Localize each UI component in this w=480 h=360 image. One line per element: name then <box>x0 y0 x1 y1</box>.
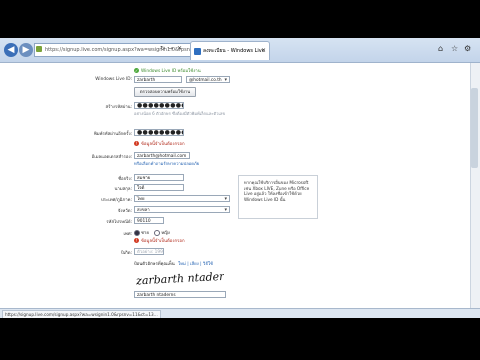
back-button[interactable]: ◀ <box>4 43 18 57</box>
gender-error: ! ข้อมูลนี้จำเป็นต้องกรอก <box>134 237 185 244</box>
error-icon: ! <box>134 238 139 243</box>
home-icon[interactable]: ⌂ <box>438 44 443 53</box>
tab-signup[interactable]: ลงทะเบียน - Windows Live ✕ <box>190 41 270 60</box>
gender-options: ชาย หญิง <box>134 229 170 236</box>
zip-input[interactable]: 90110 <box>134 217 164 224</box>
windows-live-id-input[interactable]: zarbarth <box>134 76 182 83</box>
last-name-input[interactable]: ใจดี <box>134 184 184 191</box>
go-icon[interactable]: → <box>168 45 173 52</box>
password-label: สร้างรหัสผ่าน: <box>105 105 132 110</box>
first-name-label: ชื่อจริง: <box>118 177 132 182</box>
password-input[interactable]: ●●●●●●●●●●●● <box>134 102 184 109</box>
scrollbar-thumb[interactable] <box>471 88 478 168</box>
windows-live-id-label: Windows Live ID: <box>95 77 132 82</box>
security-question-link[interactable]: หรือเลือกคำถามรักษาความปลอดภัย <box>134 161 230 166</box>
signup-page: ✓ Windows Live ID พร้อมใช้งาน Windows Liv… <box>0 63 380 308</box>
settings-gear-icon[interactable]: ⚙ <box>464 44 471 53</box>
retype-password-label: พิมพ์รหัสผ่านอีกครั้ง: <box>93 132 132 137</box>
birth-year-input[interactable]: ตัวอย่าง: 1990 <box>134 248 164 255</box>
status-url: https://signup.live.com/signup.aspx?wa=w… <box>2 310 161 318</box>
id-available-text: Windows Live ID พร้อมใช้งาน <box>141 69 201 74</box>
last-name-label: นามสกุล: <box>114 187 133 192</box>
captcha-image: zarbarth ntaderns <box>134 266 238 288</box>
retype-password-input[interactable]: ●●●●●●●●●●●● <box>134 129 184 136</box>
page-icon <box>36 46 42 52</box>
captcha-input[interactable]: zarbarth ntaderns <box>134 291 226 298</box>
gender-male-label: ชาย <box>141 231 149 236</box>
domain-select[interactable]: @hotmail.co.th <box>186 76 230 83</box>
stop-icon[interactable]: ✕ <box>177 45 182 52</box>
status-bar: https://signup.live.com/signup.aspx?wa=w… <box>0 308 480 318</box>
info-box-text: หากคุณใช้บริการอื่นของ Microsoft เช่น Xb… <box>244 180 310 202</box>
screen: ◀ ▶ https://signup.live.com/signup.aspx?… <box>0 38 480 318</box>
forward-button[interactable]: ▶ <box>19 43 33 57</box>
retype-error-text: ข้อมูลนี้จำเป็นต้องกรอก <box>141 142 185 147</box>
windows-live-icon <box>194 48 201 55</box>
check-icon: ✓ <box>134 68 139 73</box>
tab-title: ลงทะเบียน - Windows Live <box>203 48 265 54</box>
zip-label: รหัสไปรษณีย์: <box>106 220 132 225</box>
gender-label: เพศ: <box>123 232 132 237</box>
id-available-message: ✓ Windows Live ID พร้อมใช้งาน <box>134 67 201 74</box>
info-box: หากคุณใช้บริการอื่นของ Microsoft เช่น Xb… <box>238 175 318 219</box>
country-select[interactable]: ไทย <box>134 195 230 202</box>
gender-female-radio[interactable] <box>154 229 161 236</box>
gender-male-radio[interactable] <box>134 229 140 236</box>
tab-close-icon[interactable]: ✕ <box>261 42 266 60</box>
alt-email-label: อีเมลแอดเดรสสำรอง: <box>91 155 132 160</box>
captcha-glyphs: zarbarth ntaderns <box>135 269 224 287</box>
page-right-area <box>380 63 480 308</box>
alt-email-input[interactable]: zarbarth@hotmail.com <box>134 152 190 159</box>
province-select[interactable]: สงขลา <box>134 206 230 213</box>
browser-toolbar: ◀ ▶ https://signup.live.com/signup.aspx?… <box>0 38 480 63</box>
password-hint: อย่างน้อย 6 ตัวอักษร ซึ่งต้องมีตัวพิมพ์เ… <box>134 111 226 116</box>
check-availability-button[interactable]: ตรวจสอบความพร้อมใช้งาน <box>134 87 196 97</box>
country-label: ประเทศ/ภูมิภาค: <box>100 198 132 203</box>
favorites-star-icon[interactable]: ☆ <box>451 44 458 53</box>
captcha-svg: zarbarth ntaderns <box>135 269 238 287</box>
province-label: จังหวัด: <box>117 209 132 214</box>
gender-female-label: หญิง <box>161 231 170 236</box>
error-icon: ! <box>134 141 139 146</box>
refresh-icon[interactable]: ↻ <box>160 45 165 52</box>
first-name-input[interactable]: สมชาย <box>134 174 184 181</box>
gender-error-text: ข้อมูลนี้จำเป็นต้องกรอก <box>141 239 185 244</box>
retype-error: ! ข้อมูลนี้จำเป็นต้องกรอก <box>134 140 185 147</box>
birth-year-label: ปีเกิด: <box>120 251 132 256</box>
